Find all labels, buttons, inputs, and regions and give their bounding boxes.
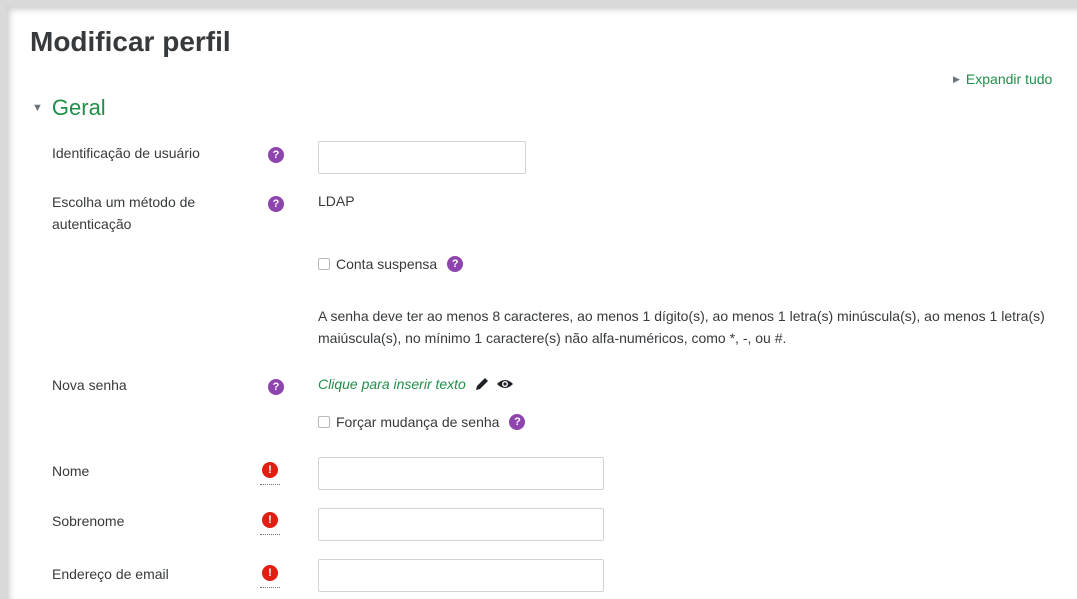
expand-all-label: Expandir tudo	[965, 71, 1053, 87]
eye-icon[interactable]	[496, 376, 514, 392]
username-input[interactable]	[318, 141, 526, 174]
email-label: Endereço de email	[52, 566, 169, 582]
required-indicator: !	[260, 512, 280, 535]
pencil-icon[interactable]	[474, 376, 490, 392]
firstname-input[interactable]	[318, 457, 604, 490]
caret-down-icon: ▼	[32, 102, 43, 114]
exclamation-circle-icon: !	[262, 512, 278, 528]
question-circle-icon[interactable]: ?	[268, 147, 284, 163]
exclamation-circle-icon: !	[262, 565, 278, 581]
section-general-title: Geral	[51, 95, 106, 120]
lastname-input[interactable]	[318, 508, 604, 541]
new-password-edit-link[interactable]: Clique para inserir texto	[318, 376, 466, 392]
auth-method-value: LDAP	[318, 193, 355, 209]
new-password-inline-edit[interactable]: Clique para inserir texto	[318, 376, 514, 392]
caret-right-icon: ▶	[953, 73, 960, 84]
section-general-toggle[interactable]: ▼ Geral	[32, 95, 106, 121]
question-circle-icon[interactable]: ?	[509, 414, 526, 430]
page-title: Modificar perfil	[30, 26, 231, 57]
force-change-checkbox[interactable]	[318, 416, 330, 428]
exclamation-circle-icon: !	[262, 462, 278, 478]
force-change-row: Forçar mudança de senha ?	[318, 414, 526, 430]
force-change-label[interactable]: Forçar mudança de senha	[336, 414, 499, 430]
auth-method-label: Escolha um método de autenticação	[52, 194, 196, 232]
question-circle-icon[interactable]: ?	[268, 196, 284, 212]
lastname-label: Sobrenome	[52, 513, 125, 529]
firstname-label: Nome	[52, 463, 90, 479]
new-password-label: Nova senha	[52, 377, 127, 393]
question-circle-icon[interactable]: ?	[268, 379, 284, 395]
required-indicator: !	[260, 565, 280, 588]
suspended-label[interactable]: Conta suspensa	[336, 256, 437, 272]
suspended-checkbox[interactable]	[318, 258, 330, 270]
password-policy-note: A senha deve ter ao menos 8 caracteres, …	[318, 308, 1045, 346]
suspended-row: Conta suspensa ?	[318, 256, 464, 272]
username-label: Identificação de usuário	[52, 145, 200, 161]
required-indicator: !	[260, 462, 280, 485]
expand-all-link[interactable]: ▶ Expandir tudo	[953, 71, 1052, 87]
question-circle-icon[interactable]: ?	[447, 256, 464, 272]
email-input[interactable]	[318, 559, 604, 592]
